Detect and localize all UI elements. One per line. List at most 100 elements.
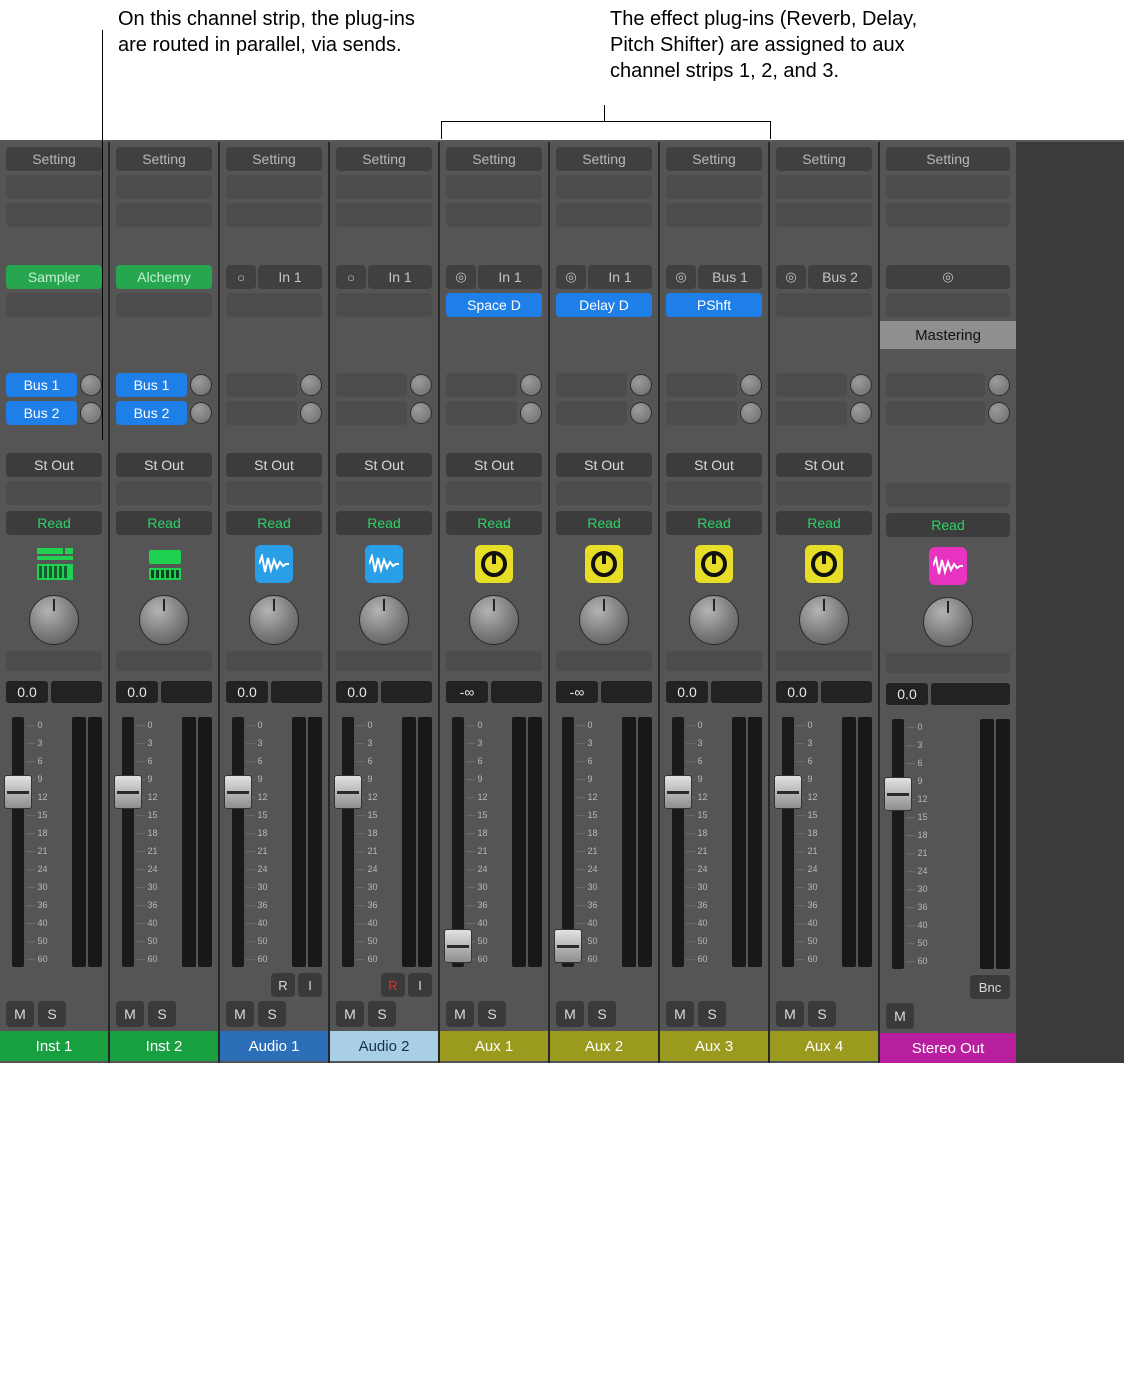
send-slot-empty[interactable] [776, 401, 847, 425]
midi-fx-slot[interactable] [776, 203, 872, 227]
input-row[interactable]: ◎ Bus 2 [776, 265, 872, 289]
send-slot-empty[interactable] [666, 373, 737, 397]
track-name[interactable]: Aux 2 [550, 1031, 658, 1061]
input-row[interactable]: ◎ Bus 1 [666, 265, 762, 289]
solo-button[interactable]: S [38, 1001, 66, 1027]
fader-cap[interactable] [444, 929, 472, 963]
send-level-knob[interactable] [190, 402, 212, 424]
volume-value[interactable]: 0.0 [666, 681, 708, 703]
send-level-knob[interactable] [410, 374, 432, 396]
track-name[interactable]: Aux 4 [770, 1031, 878, 1061]
input-label[interactable]: In 1 [258, 265, 322, 289]
instrument-slot[interactable]: Alchemy [116, 265, 212, 289]
pan-knob[interactable] [29, 595, 79, 645]
eq-slot[interactable] [336, 175, 432, 199]
pan-knob[interactable] [469, 595, 519, 645]
fader-cap[interactable] [554, 929, 582, 963]
track-name[interactable]: Inst 2 [110, 1031, 218, 1061]
send-slot-empty[interactable] [226, 373, 297, 397]
bounce-button[interactable]: Bnc [970, 975, 1010, 999]
send-slot-empty[interactable] [776, 373, 847, 397]
track-name[interactable]: Audio 1 [220, 1031, 328, 1061]
midi-fx-slot[interactable] [336, 203, 432, 227]
mute-button[interactable]: M [226, 1001, 254, 1027]
mute-button[interactable]: M [116, 1001, 144, 1027]
audio-fx-slot[interactable]: Delay D [556, 293, 652, 317]
mute-button[interactable]: M [446, 1001, 474, 1027]
audio-fx-slot[interactable] [6, 293, 102, 317]
fader-cap[interactable] [224, 775, 252, 809]
input-row[interactable]: ○ In 1 [336, 265, 432, 289]
peak-value[interactable] [601, 681, 652, 703]
eq-slot[interactable] [116, 175, 212, 199]
track-name[interactable]: Audio 2 [330, 1031, 438, 1061]
automation-mode-button[interactable]: Read [226, 511, 322, 535]
fader-track[interactable] [452, 717, 464, 967]
input-monitor-button[interactable]: I [408, 973, 432, 997]
send-level-knob[interactable] [520, 402, 542, 424]
output-button[interactable]: St Out [336, 453, 432, 477]
send-slot-empty[interactable] [886, 401, 985, 425]
send-slot-empty[interactable] [446, 373, 517, 397]
instrument-slot[interactable]: Sampler [6, 265, 102, 289]
solo-button[interactable]: S [368, 1001, 396, 1027]
send-level-knob[interactable] [410, 402, 432, 424]
group-slot[interactable] [886, 483, 1010, 507]
pan-knob[interactable] [359, 595, 409, 645]
setting-button[interactable]: Setting [336, 147, 432, 171]
fader-track[interactable] [12, 717, 24, 967]
input-format-icon[interactable]: ◎ [446, 265, 476, 289]
send-button[interactable]: Bus 2 [116, 401, 187, 425]
record-enable-button[interactable]: R [271, 973, 295, 997]
peak-value[interactable] [161, 681, 212, 703]
automation-mode-button[interactable]: Read [6, 511, 102, 535]
peak-value[interactable] [711, 681, 762, 703]
solo-button[interactable]: S [698, 1001, 726, 1027]
volume-value[interactable]: -∞ [446, 681, 488, 703]
fader-cap[interactable] [774, 775, 802, 809]
send-level-knob[interactable] [630, 374, 652, 396]
audio-fx-slot[interactable] [336, 293, 432, 317]
output-button[interactable]: St Out [116, 453, 212, 477]
input-format-icon[interactable]: ◎ [776, 265, 806, 289]
send-level-knob[interactable] [630, 402, 652, 424]
eq-slot[interactable] [886, 175, 1010, 199]
send-button[interactable]: Bus 1 [6, 373, 77, 397]
automation-mode-button[interactable]: Read [556, 511, 652, 535]
pan-knob[interactable] [139, 595, 189, 645]
volume-value[interactable]: 0.0 [336, 681, 378, 703]
send-level-knob[interactable] [80, 402, 102, 424]
send-button[interactable]: Bus 2 [6, 401, 77, 425]
send-button[interactable]: Bus 1 [116, 373, 187, 397]
automation-mode-button[interactable]: Read [666, 511, 762, 535]
volume-value[interactable]: 0.0 [6, 681, 48, 703]
peak-value[interactable] [51, 681, 102, 703]
volume-value[interactable]: 0.0 [886, 683, 928, 705]
send-slot-empty[interactable] [226, 401, 297, 425]
setting-button[interactable]: Setting [226, 147, 322, 171]
setting-button[interactable]: Setting [446, 147, 542, 171]
eq-slot[interactable] [6, 175, 102, 199]
audio-fx-slot[interactable]: PShft [666, 293, 762, 317]
input-label[interactable]: In 1 [368, 265, 432, 289]
fader-track[interactable] [342, 717, 354, 967]
peak-value[interactable] [821, 681, 872, 703]
group-slot[interactable] [6, 481, 102, 505]
solo-button[interactable]: S [148, 1001, 176, 1027]
output-button[interactable]: St Out [446, 453, 542, 477]
input-format-icon[interactable]: ◎ [556, 265, 586, 289]
automation-mode-button[interactable]: Read [446, 511, 542, 535]
mute-button[interactable]: M [6, 1001, 34, 1027]
input-row[interactable]: ○ In 1 [226, 265, 322, 289]
group-slot[interactable] [556, 481, 652, 505]
group-slot[interactable] [226, 481, 322, 505]
fader-track[interactable] [892, 719, 904, 969]
audio-fx-slot[interactable] [226, 293, 322, 317]
mute-button[interactable]: M [336, 1001, 364, 1027]
setting-button[interactable]: Setting [116, 147, 212, 171]
input-format-icon[interactable]: ○ [336, 265, 366, 289]
fader-cap[interactable] [4, 775, 32, 809]
output-button[interactable]: St Out [776, 453, 872, 477]
input-label[interactable]: Bus 2 [808, 265, 872, 289]
track-name[interactable]: Stereo Out [880, 1033, 1016, 1063]
